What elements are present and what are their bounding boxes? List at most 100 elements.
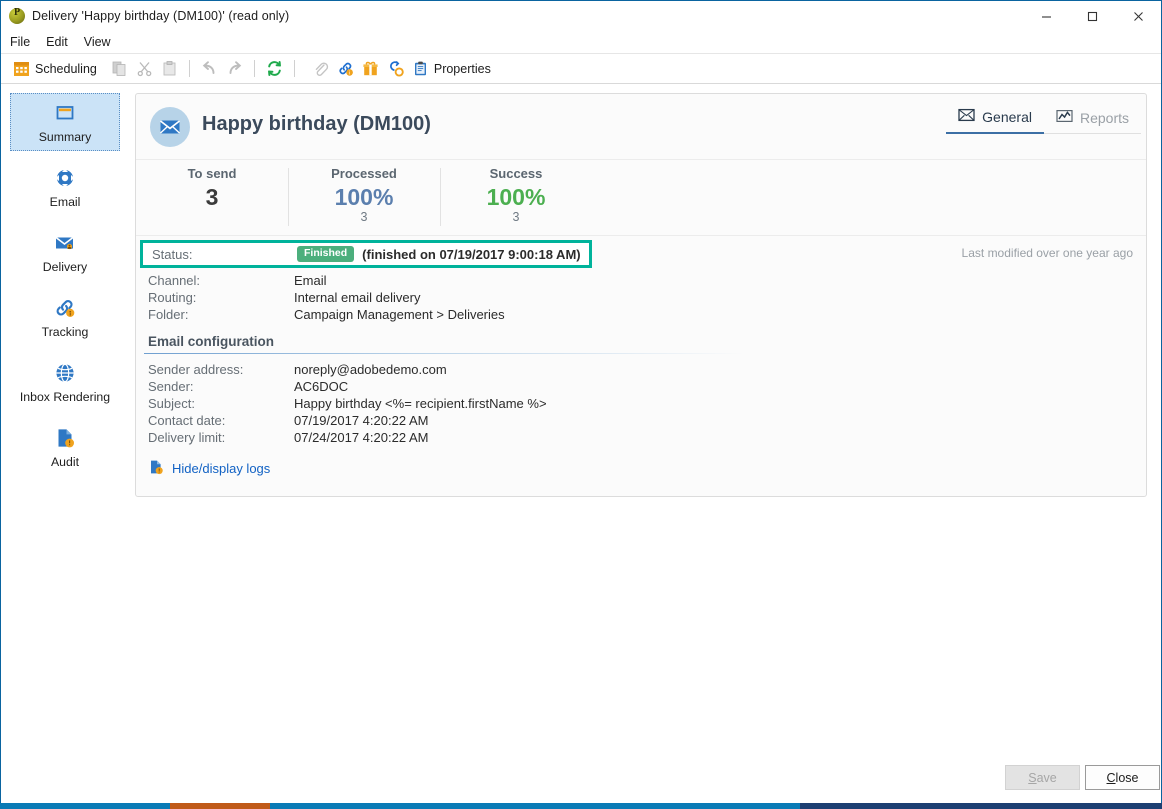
config-value-subject: Happy birthday <%= recipient.firstName %…	[294, 396, 547, 411]
close-button[interactable]: Close	[1085, 765, 1160, 790]
taskbar-app-marker	[170, 803, 270, 809]
config-value-sender: AC6DOC	[294, 379, 349, 394]
tracking-links-button[interactable]: i	[333, 57, 358, 81]
chart-line-icon	[1056, 109, 1073, 126]
cut-button[interactable]	[132, 57, 157, 81]
properties-button[interactable]: Properties	[408, 57, 495, 81]
undo-button[interactable]	[197, 57, 222, 81]
globe-icon	[53, 361, 77, 385]
tracking-link-icon	[53, 296, 77, 320]
last-modified-text: Last modified over one year ago	[961, 246, 1133, 260]
main-content: Happy birthday (DM100) General Reports T…	[129, 84, 1161, 761]
taskbar-right-region	[800, 803, 1162, 809]
clipboard-icon	[412, 60, 429, 77]
toolbar-divider	[253, 60, 255, 77]
hide-display-logs-link[interactable]: Hide/display logs	[148, 459, 1146, 478]
tab-general-label: General	[982, 108, 1032, 125]
minimize-icon[interactable]	[1023, 1, 1069, 31]
kpi-to-send-label: To send	[187, 166, 237, 181]
card-header: Happy birthday (DM100) General Reports	[136, 94, 1146, 160]
detail-row-channel: Channel: Email	[136, 272, 1146, 289]
menu-item-edit[interactable]: Edit	[46, 33, 77, 51]
sidebar: Summary Email Delivery Tracking Inbox Re…	[1, 84, 129, 761]
sidebar-label-email: Email	[49, 195, 81, 209]
config-value-delivery-limit: 07/24/2017 4:20:22 AM	[294, 430, 429, 445]
kpi-processed-value: 100%	[334, 184, 394, 210]
power-icon	[9, 7, 25, 24]
log-doc-icon	[148, 459, 164, 478]
sidebar-item-delivery[interactable]: Delivery	[10, 223, 120, 281]
save-button[interactable]: Save	[1005, 765, 1080, 790]
toolbar-divider	[188, 60, 190, 77]
status-detail: (finished on 07/19/2017 9:00:18 AM)	[362, 246, 581, 262]
config-label-subject: Subject:	[148, 396, 195, 411]
status-label: Status:	[152, 246, 193, 262]
detail-rows: Status: Finished (finished on 07/19/2017…	[136, 236, 1146, 478]
detail-row-routing: Routing: Internal email delivery	[136, 289, 1146, 306]
gift-icon	[362, 60, 379, 77]
menu-bar: File Edit View	[1, 31, 1161, 53]
kpi-processed-label: Processed	[331, 166, 397, 181]
kpi-success-sub: 3	[512, 210, 520, 225]
sidebar-label-delivery: Delivery	[42, 260, 88, 274]
detail-value-channel: Email	[294, 273, 327, 288]
config-label-contact-date: Contact date:	[148, 413, 226, 428]
tab-general[interactable]: General	[946, 108, 1044, 134]
detail-label-routing: Routing:	[148, 290, 197, 305]
close-rest: lose	[1115, 770, 1139, 785]
workflow-button[interactable]	[383, 57, 408, 81]
envelope-icon	[150, 107, 190, 147]
title-bar: Delivery 'Happy birthday (DM100)' (read …	[1, 1, 1161, 31]
status-row-highlighted: Status: Finished (finished on 07/19/2017…	[140, 240, 592, 268]
detail-value-folder: Campaign Management > Deliveries	[294, 307, 505, 322]
menu-item-file[interactable]: File	[10, 33, 39, 51]
calendar-icon	[13, 60, 30, 77]
config-row-sender: Sender: AC6DOC	[136, 378, 1146, 395]
sidebar-item-summary[interactable]: Summary	[10, 93, 120, 151]
detail-value-routing: Internal email delivery	[294, 290, 421, 305]
window-controls	[1023, 1, 1161, 31]
copy-icon	[111, 60, 128, 77]
sidebar-item-inbox-rendering[interactable]: Inbox Rendering	[10, 353, 120, 411]
sidebar-item-audit[interactable]: Audit	[10, 418, 120, 476]
email-node-icon	[53, 166, 77, 190]
save-button-label: Save	[1028, 771, 1057, 785]
kpi-processed-sub: 3	[360, 210, 368, 225]
detail-label-channel: Channel:	[148, 273, 201, 288]
config-label-sender: Sender:	[148, 379, 194, 394]
properties-label: Properties	[433, 61, 491, 76]
sidebar-item-email[interactable]: Email	[10, 158, 120, 216]
page-title: Happy birthday (DM100)	[202, 113, 431, 135]
hide-display-logs-label: Hide/display logs	[172, 461, 271, 476]
config-label-delivery-limit: Delivery limit:	[148, 430, 226, 445]
refresh-button[interactable]	[262, 57, 287, 81]
scheduling-button[interactable]: Scheduling	[9, 57, 101, 81]
config-row-delivery-limit: Delivery limit: 07/24/2017 4:20:22 AM	[136, 429, 1146, 446]
sidebar-item-tracking[interactable]: Tracking	[10, 288, 120, 346]
scissors-icon	[136, 60, 153, 77]
offers-button[interactable]	[358, 57, 383, 81]
envelope-outline-icon	[958, 108, 975, 125]
config-row-contact-date: Contact date: 07/19/2017 4:20:22 AM	[136, 412, 1146, 429]
detail-row-folder: Folder: Campaign Management > Deliveries	[136, 306, 1146, 323]
window-body: Summary Email Delivery Tracking Inbox Re…	[1, 84, 1161, 761]
close-button-label: Close	[1107, 771, 1139, 785]
maximize-icon[interactable]	[1069, 1, 1115, 31]
refresh-icon	[266, 60, 283, 77]
footer-bar: Save Close	[1, 761, 1161, 803]
sidebar-label-audit: Audit	[50, 455, 80, 469]
application-window: Delivery 'Happy birthday (DM100)' (read …	[0, 0, 1162, 803]
delivery-envelope-icon	[53, 231, 77, 255]
config-value-sender-address: noreply@adobedemo.com	[294, 362, 447, 377]
window-summary-icon	[53, 101, 77, 125]
attachment-button[interactable]	[308, 57, 333, 81]
menu-item-view[interactable]: View	[84, 33, 120, 51]
copy-button[interactable]	[107, 57, 132, 81]
tab-reports[interactable]: Reports	[1043, 109, 1141, 134]
redo-button[interactable]	[222, 57, 247, 81]
paste-button[interactable]	[157, 57, 182, 81]
paste-icon	[161, 60, 178, 77]
config-row-subject: Subject: Happy birthday <%= recipient.fi…	[136, 395, 1146, 412]
close-icon[interactable]	[1115, 1, 1161, 31]
detail-label-folder: Folder:	[148, 307, 189, 322]
